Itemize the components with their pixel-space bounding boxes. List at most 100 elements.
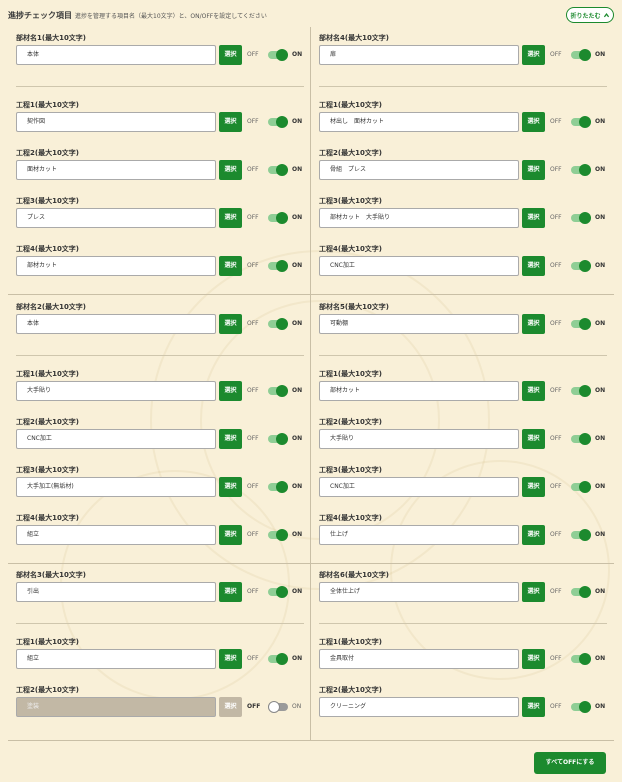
section-divider xyxy=(8,740,614,741)
process-step-input[interactable]: 組立 xyxy=(16,649,216,669)
select-button[interactable]: 選択 xyxy=(219,381,242,401)
select-button[interactable]: 選択 xyxy=(522,208,545,228)
toggle-knob xyxy=(276,385,288,397)
part-name-input[interactable]: 可動棚 xyxy=(319,314,519,334)
part-name-input[interactable]: 本体 xyxy=(16,314,216,334)
select-button[interactable]: 選択 xyxy=(522,429,545,449)
select-button[interactable]: 選択 xyxy=(219,649,242,669)
on-off-toggle[interactable] xyxy=(268,385,288,397)
process-step-input[interactable]: 材出し 面材カット xyxy=(319,112,519,132)
on-off-toggle[interactable] xyxy=(571,116,591,128)
toggle-knob xyxy=(276,586,288,598)
on-label: ON xyxy=(595,118,606,125)
on-off-toggle[interactable] xyxy=(571,433,591,445)
on-label: ON xyxy=(292,214,303,221)
part-name-input[interactable]: 引出 xyxy=(16,582,216,602)
on-label: ON xyxy=(595,483,606,490)
on-off-toggle[interactable] xyxy=(268,529,288,541)
process-step-input[interactable]: 面材カット xyxy=(16,160,216,180)
on-off-toggle[interactable] xyxy=(571,164,591,176)
column-divider xyxy=(310,293,311,565)
select-button[interactable]: 選択 xyxy=(219,112,242,132)
select-button[interactable]: 選択 xyxy=(219,429,242,449)
select-button[interactable]: 選択 xyxy=(522,256,545,276)
part-name-input[interactable]: 扉 xyxy=(319,45,519,65)
process-step-input[interactable]: 組立 xyxy=(16,525,216,545)
on-off-toggle[interactable] xyxy=(268,433,288,445)
on-off-toggle[interactable] xyxy=(268,586,288,598)
select-button[interactable]: 選択 xyxy=(219,45,242,65)
part-name-input[interactable]: 全体仕上げ xyxy=(319,582,519,602)
part-name-input[interactable]: 本体 xyxy=(16,45,216,65)
process-step-input[interactable]: CNC加工 xyxy=(16,429,216,449)
select-button[interactable]: 選択 xyxy=(522,45,545,65)
toggle-knob xyxy=(276,653,288,665)
process-step-label: 工程1(最大10文字) xyxy=(16,370,80,378)
on-off-toggle[interactable] xyxy=(571,529,591,541)
process-step-input[interactable]: 金具取付 xyxy=(319,649,519,669)
on-off-toggle[interactable] xyxy=(268,260,288,272)
process-step-input[interactable]: 塗装 xyxy=(16,697,216,717)
process-step-input[interactable]: 大手貼り xyxy=(319,429,519,449)
divider xyxy=(319,86,607,87)
select-button[interactable]: 選択 xyxy=(522,314,545,334)
on-off-toggle[interactable] xyxy=(571,385,591,397)
select-button[interactable]: 選択 xyxy=(219,256,242,276)
process-step-input[interactable]: CNC加工 xyxy=(319,477,519,497)
on-label: ON xyxy=(595,51,606,58)
process-step-input[interactable]: 仕上げ xyxy=(319,525,519,545)
select-button[interactable]: 選択 xyxy=(219,582,242,602)
on-off-toggle[interactable] xyxy=(571,212,591,224)
process-step-input[interactable]: 契作図 xyxy=(16,112,216,132)
on-off-toggle[interactable] xyxy=(571,260,591,272)
on-off-toggle[interactable] xyxy=(571,653,591,665)
process-step-input[interactable]: 部材カット xyxy=(16,256,216,276)
process-step-input[interactable]: 大手加工(無垢材) xyxy=(16,477,216,497)
off-label: OFF xyxy=(247,435,259,442)
select-button[interactable]: 選択 xyxy=(522,381,545,401)
process-step-input[interactable]: CNC加工 xyxy=(319,256,519,276)
on-off-toggle[interactable] xyxy=(268,318,288,330)
process-step-input[interactable]: 骨組 プレス xyxy=(319,160,519,180)
on-off-toggle[interactable] xyxy=(268,116,288,128)
toggle-knob xyxy=(276,116,288,128)
select-button[interactable]: 選択 xyxy=(219,208,242,228)
on-off-toggle[interactable] xyxy=(268,481,288,493)
toggle-knob xyxy=(276,433,288,445)
process-step-input[interactable]: 大手貼り xyxy=(16,381,216,401)
all-off-button[interactable]: すべてOFFにする xyxy=(534,752,606,774)
process-step-input[interactable]: 部材カット xyxy=(319,381,519,401)
process-step-input[interactable]: 部材カット 大手貼り xyxy=(319,208,519,228)
select-button[interactable]: 選択 xyxy=(522,477,545,497)
select-button[interactable]: 選択 xyxy=(219,477,242,497)
select-button[interactable]: 選択 xyxy=(522,649,545,669)
process-step-input[interactable]: クリーニング xyxy=(319,697,519,717)
off-label: OFF xyxy=(550,387,562,394)
on-off-toggle[interactable] xyxy=(268,701,288,713)
select-button[interactable]: 選択 xyxy=(219,697,242,717)
on-off-toggle[interactable] xyxy=(571,481,591,493)
on-off-toggle[interactable] xyxy=(571,586,591,598)
select-button[interactable]: 選択 xyxy=(522,112,545,132)
process-step-input[interactable]: プレス xyxy=(16,208,216,228)
section-divider xyxy=(8,294,614,295)
select-button[interactable]: 選択 xyxy=(219,525,242,545)
on-label: ON xyxy=(595,531,606,538)
select-button[interactable]: 選択 xyxy=(522,160,545,180)
on-off-toggle[interactable] xyxy=(571,701,591,713)
on-off-toggle[interactable] xyxy=(571,318,591,330)
on-off-toggle[interactable] xyxy=(268,212,288,224)
select-button[interactable]: 選択 xyxy=(522,525,545,545)
select-button[interactable]: 選択 xyxy=(522,582,545,602)
process-step-label: 工程3(最大10文字) xyxy=(319,197,383,205)
collapse-button[interactable]: 折りたたむ xyxy=(566,7,614,23)
on-off-toggle[interactable] xyxy=(571,49,591,61)
process-step-label: 工程4(最大10文字) xyxy=(16,245,80,253)
on-off-toggle[interactable] xyxy=(268,164,288,176)
select-button[interactable]: 選択 xyxy=(219,314,242,334)
part-name-label: 部材名6(最大10文字) xyxy=(319,571,390,579)
on-off-toggle[interactable] xyxy=(268,49,288,61)
select-button[interactable]: 選択 xyxy=(219,160,242,180)
on-off-toggle[interactable] xyxy=(268,653,288,665)
select-button[interactable]: 選択 xyxy=(522,697,545,717)
